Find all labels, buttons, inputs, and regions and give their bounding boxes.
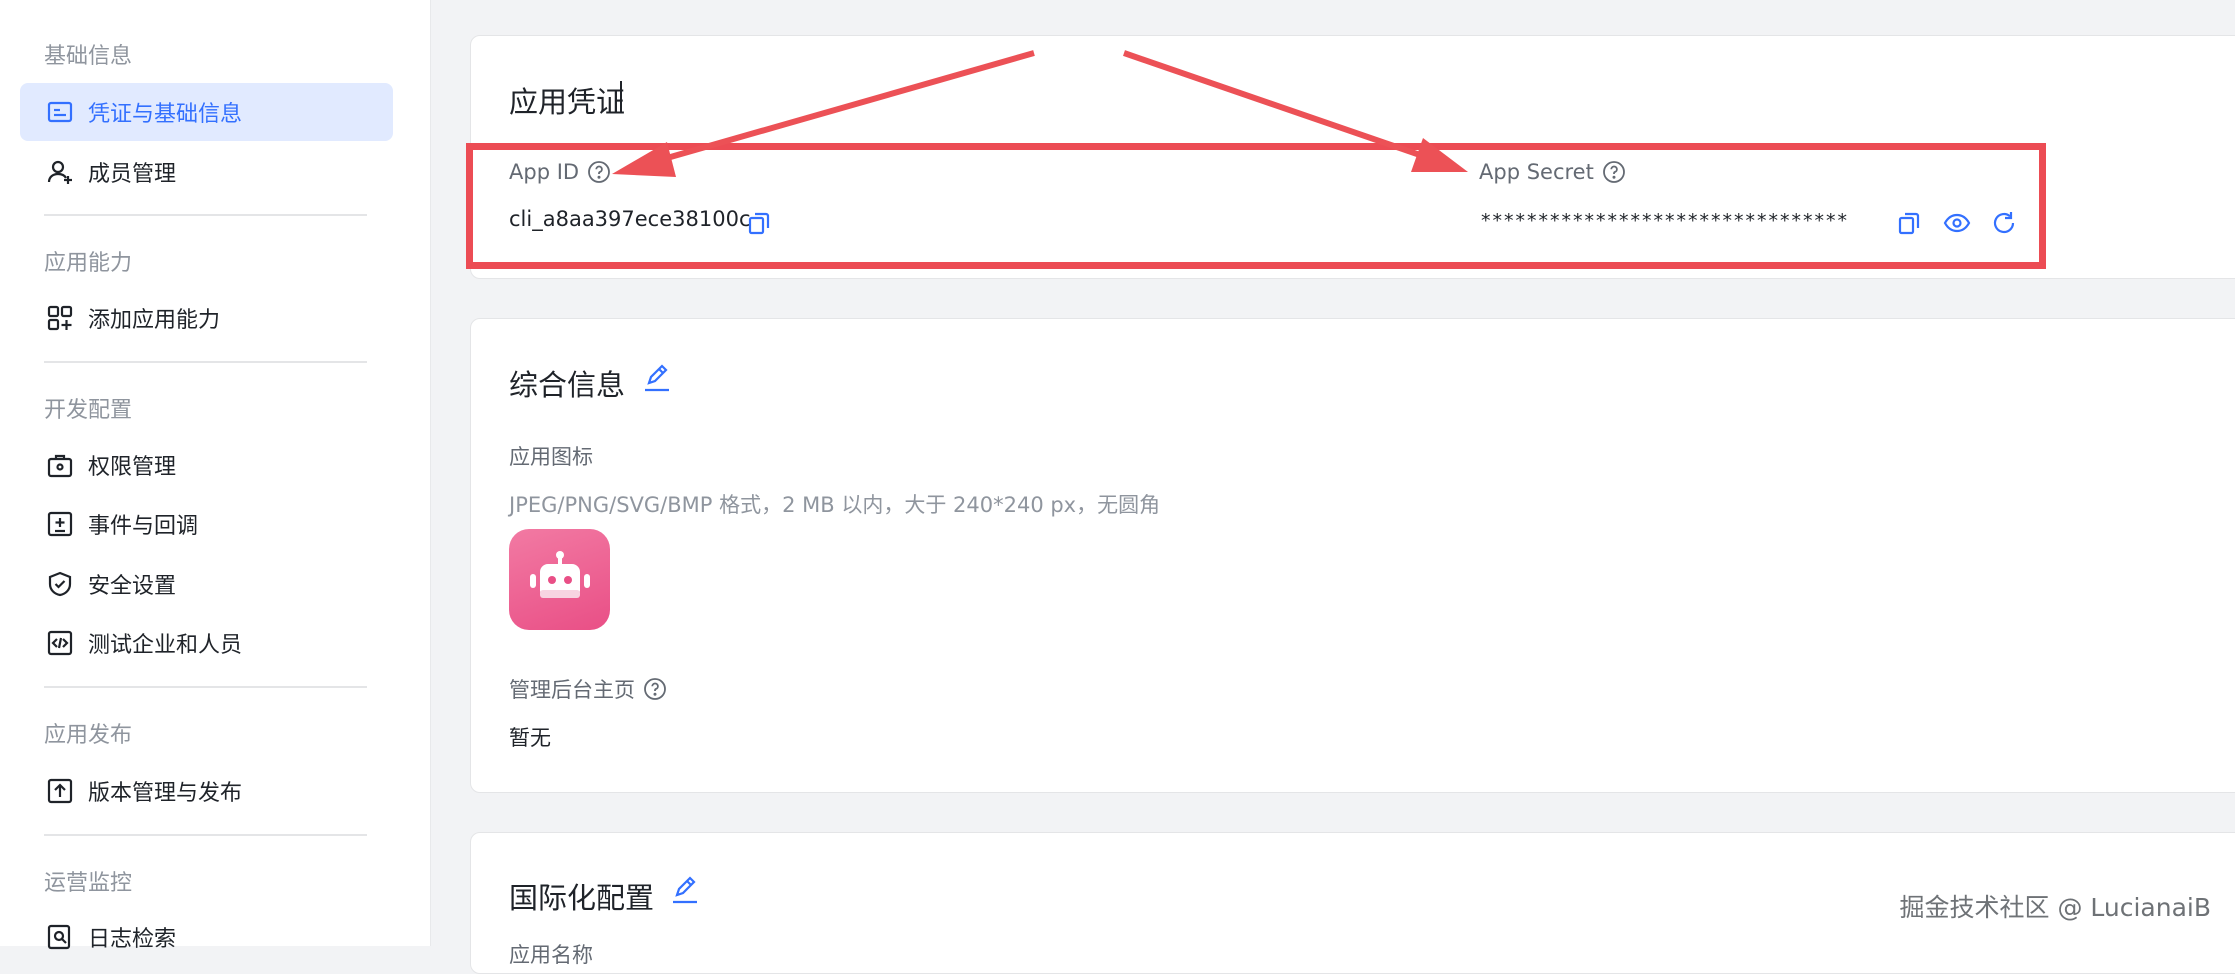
app-id-value: cli_a8aa397ece38100c <box>509 207 751 231</box>
credentials-title: 应用凭证 <box>509 85 626 119</box>
copy-icon[interactable] <box>1895 209 1923 237</box>
sidebar-group-ops: 运营监控 <box>44 871 133 896</box>
add-capability-icon <box>46 304 74 332</box>
homepage-value: 暂无 <box>509 726 551 750</box>
sidebar-item-label: 凭证与基础信息 <box>88 102 243 127</box>
homepage-label: 管理后台主页 <box>509 674 667 704</box>
sidebar-item-test-org[interactable]: 测试企业和人员 <box>20 614 393 672</box>
app-secret-label: App Secret <box>1479 160 1626 184</box>
general-info-card: 综合信息 应用图标 JPEG/PNG/SVG/BMP 格式，2 MB 以内，大于… <box>470 318 2235 793</box>
sidebar-item-label: 安全设置 <box>88 574 177 599</box>
sidebar-item-members[interactable]: 成员管理 <box>20 143 393 201</box>
app-id-label-text: App ID <box>509 160 580 184</box>
sidebar-item-events[interactable]: 事件与回调 <box>20 495 393 553</box>
sidebar-group-publish: 应用发布 <box>44 723 133 748</box>
edit-icon[interactable] <box>643 363 671 393</box>
app-name-label: 应用名称 <box>509 943 593 967</box>
log-search-icon <box>46 923 74 951</box>
sidebar-item-label: 事件与回调 <box>88 514 199 539</box>
sidebar-item-label: 成员管理 <box>88 162 177 187</box>
edit-icon[interactable] <box>671 875 699 905</box>
sidebar-item-label: 测试企业和人员 <box>88 633 243 658</box>
credentials-card: 应用凭证 App ID cli_a8aa397ece38100c App Sec… <box>470 35 2235 279</box>
sidebar-divider <box>44 361 367 363</box>
help-icon[interactable] <box>643 677 667 701</box>
sidebar: 基础信息 凭证与基础信息 成员管理 应用能力 添加应用能力 开发配置 权限管理 … <box>0 0 431 952</box>
app-id-label: App ID <box>509 160 611 184</box>
sidebar-item-label: 添加应用能力 <box>88 308 221 333</box>
sidebar-group-dev-config: 开发配置 <box>44 398 133 423</box>
app-secret-value: ******************************** <box>1481 210 1849 232</box>
eye-icon[interactable] <box>1943 209 1971 237</box>
sidebar-item-label: 权限管理 <box>88 455 177 480</box>
sidebar-divider <box>44 834 367 836</box>
help-icon[interactable] <box>587 160 611 184</box>
shield-icon <box>46 570 74 598</box>
app-icon-label: 应用图标 <box>509 445 593 469</box>
app-icon-hint: JPEG/PNG/SVG/BMP 格式，2 MB 以内，大于 240*240 p… <box>509 493 1161 517</box>
copy-icon[interactable] <box>745 209 773 237</box>
event-callback-icon <box>46 510 74 538</box>
sidebar-group-capability: 应用能力 <box>44 251 133 276</box>
permission-icon <box>46 451 74 479</box>
app-secret-label-text: App Secret <box>1479 160 1594 184</box>
sidebar-item-security[interactable]: 安全设置 <box>20 555 393 613</box>
sidebar-group-basic: 基础信息 <box>44 44 133 69</box>
sidebar-item-versions[interactable]: 版本管理与发布 <box>20 762 393 820</box>
sidebar-item-credentials[interactable]: 凭证与基础信息 <box>20 83 393 141</box>
watermark: 掘金技术社区 @ LucianaiB <box>1899 893 2212 922</box>
sidebar-divider <box>44 686 367 688</box>
homepage-label-text: 管理后台主页 <box>509 678 635 702</box>
general-info-title: 综合信息 <box>509 368 626 402</box>
upload-icon <box>46 777 74 805</box>
test-code-icon <box>46 629 74 657</box>
sidebar-item-add-capability[interactable]: 添加应用能力 <box>20 289 393 347</box>
app-icon[interactable] <box>509 529 610 630</box>
i18n-title: 国际化配置 <box>509 881 655 915</box>
sidebar-item-label: 版本管理与发布 <box>88 781 243 806</box>
sidebar-item-permissions[interactable]: 权限管理 <box>20 436 393 494</box>
text-cursor <box>620 81 622 113</box>
sidebar-item-log-search[interactable]: 日志检索 <box>20 908 393 966</box>
help-icon[interactable] <box>1602 160 1626 184</box>
credential-icon <box>46 98 74 126</box>
refresh-icon[interactable] <box>1990 209 2018 237</box>
sidebar-item-label: 日志检索 <box>88 927 177 952</box>
robot-icon <box>529 550 590 598</box>
sidebar-divider <box>44 214 367 216</box>
member-icon <box>46 158 74 186</box>
